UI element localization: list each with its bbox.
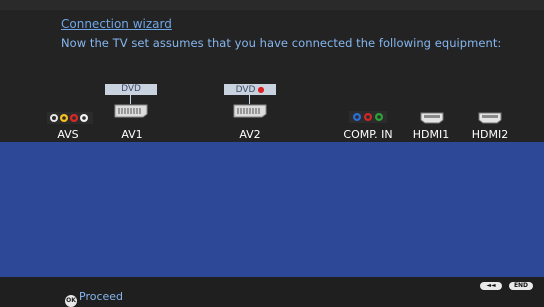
component-rgb-connector-icon — [349, 111, 387, 123]
port-label-av2: AV2 — [239, 128, 261, 141]
tag-connector-line — [249, 95, 250, 104]
tv-screen: Connection wizard Now the TV set assumes… — [0, 0, 544, 307]
port-label-hdmi1: HDMI1 — [412, 128, 450, 141]
instruction-text: Now the TV set assumes that you have con… — [61, 36, 502, 50]
port-label-comp-in: COMP. IN — [343, 128, 393, 141]
tag-connector-line — [130, 95, 131, 104]
proceed-action[interactable]: OK Proceed — [65, 290, 123, 307]
hdmi-connector-icon — [478, 112, 502, 124]
red-dot-indicator: ● — [257, 85, 265, 94]
end-button[interactable]: END — [509, 282, 533, 290]
device-tag-av1: DVD — [105, 84, 157, 95]
avs-connector-icon — [47, 112, 93, 124]
top-frame-strip — [0, 0, 544, 10]
ok-button-icon: OK — [65, 295, 77, 307]
port-label-hdmi2: HDMI2 — [471, 128, 509, 141]
content-panel — [0, 142, 544, 277]
scart-connector-icon — [233, 104, 267, 118]
port-label-av1: AV1 — [121, 128, 143, 141]
device-tag-av2-label: DVD — [235, 85, 256, 95]
hdmi-connector-icon — [420, 112, 444, 124]
port-label-avs: AVS — [57, 128, 79, 141]
proceed-label: Proceed — [79, 290, 124, 303]
scart-connector-icon — [114, 104, 148, 118]
connection-wizard-link[interactable]: Connection wizard — [61, 17, 172, 31]
back-button[interactable]: ◄◄ — [480, 282, 502, 290]
device-tag-av2: DVD ● — [224, 84, 276, 95]
equipment-strip: AVS DVD AV1 DVD ● AV2 COMP. IN HDMI1 HDM… — [0, 82, 544, 142]
